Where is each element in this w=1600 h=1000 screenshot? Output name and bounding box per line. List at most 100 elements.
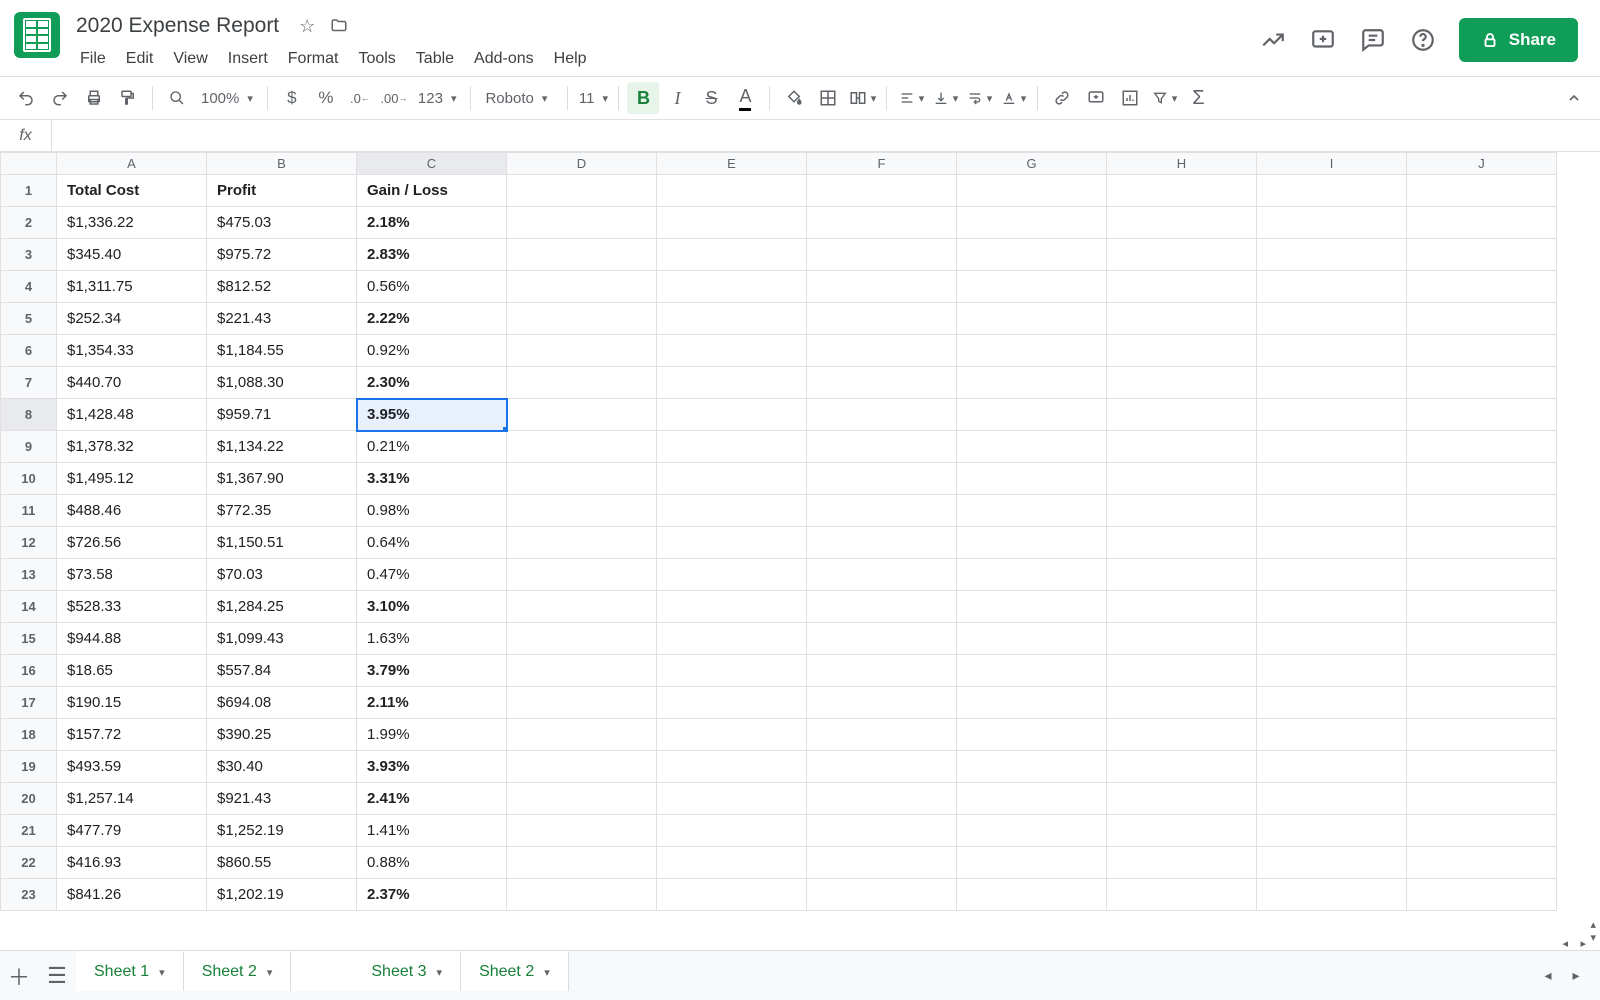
sheet-tab-menu-icon[interactable]: ▾ xyxy=(544,966,550,979)
cell-I16[interactable] xyxy=(1257,655,1407,687)
cell-I19[interactable] xyxy=(1257,751,1407,783)
cell-F10[interactable] xyxy=(807,463,957,495)
cell-A8[interactable]: $1,428.48 xyxy=(57,399,207,431)
cell-F13[interactable] xyxy=(807,559,957,591)
star-icon[interactable]: ☆ xyxy=(299,16,315,37)
row-header-17[interactable]: 17 xyxy=(1,687,57,719)
cell-C11[interactable]: 0.98% xyxy=(357,495,507,527)
column-header-C[interactable]: C xyxy=(357,153,507,175)
cell-B1[interactable]: Profit xyxy=(207,175,357,207)
cell-H1[interactable] xyxy=(1107,175,1257,207)
menu-format[interactable]: Format xyxy=(278,46,349,72)
borders-button[interactable] xyxy=(812,82,844,114)
cell-B21[interactable]: $1,252.19 xyxy=(207,815,357,847)
cell-H6[interactable] xyxy=(1107,335,1257,367)
menu-table[interactable]: Table xyxy=(406,46,464,72)
percent-button[interactable]: % xyxy=(310,82,342,114)
cell-B6[interactable]: $1,184.55 xyxy=(207,335,357,367)
cell-A23[interactable]: $841.26 xyxy=(57,879,207,911)
cell-I5[interactable] xyxy=(1257,303,1407,335)
sheet-tab-menu-icon[interactable]: ▾ xyxy=(159,966,165,979)
cell-E4[interactable] xyxy=(657,271,807,303)
sheet-tab-2[interactable]: Sheet 2▾ xyxy=(184,951,292,991)
cell-I20[interactable] xyxy=(1257,783,1407,815)
menu-edit[interactable]: Edit xyxy=(116,46,164,72)
cell-J10[interactable] xyxy=(1407,463,1557,495)
row-header-20[interactable]: 20 xyxy=(1,783,57,815)
move-folder-icon[interactable] xyxy=(329,17,349,35)
cell-G2[interactable] xyxy=(957,207,1107,239)
cell-C23[interactable]: 2.37% xyxy=(357,879,507,911)
cell-E20[interactable] xyxy=(657,783,807,815)
sheets-logo[interactable] xyxy=(14,12,60,58)
currency-button[interactable]: $ xyxy=(276,82,308,114)
cell-D12[interactable] xyxy=(507,527,657,559)
cell-E12[interactable] xyxy=(657,527,807,559)
cell-D23[interactable] xyxy=(507,879,657,911)
cell-J5[interactable] xyxy=(1407,303,1557,335)
cell-F17[interactable] xyxy=(807,687,957,719)
cell-F5[interactable] xyxy=(807,303,957,335)
cell-J11[interactable] xyxy=(1407,495,1557,527)
cell-E22[interactable] xyxy=(657,847,807,879)
cell-E17[interactable] xyxy=(657,687,807,719)
cell-D10[interactable] xyxy=(507,463,657,495)
cell-J18[interactable] xyxy=(1407,719,1557,751)
paint-format-button[interactable] xyxy=(112,82,144,114)
cell-C18[interactable]: 1.99% xyxy=(357,719,507,751)
row-header-13[interactable]: 13 xyxy=(1,559,57,591)
cell-F4[interactable] xyxy=(807,271,957,303)
cell-B9[interactable]: $1,134.22 xyxy=(207,431,357,463)
redo-button[interactable] xyxy=(44,82,76,114)
cell-A22[interactable]: $416.93 xyxy=(57,847,207,879)
cell-H20[interactable] xyxy=(1107,783,1257,815)
select-all-corner[interactable] xyxy=(1,153,57,175)
cell-I7[interactable] xyxy=(1257,367,1407,399)
cell-H14[interactable] xyxy=(1107,591,1257,623)
cell-F1[interactable] xyxy=(807,175,957,207)
fx-icon[interactable]: fx xyxy=(0,120,52,151)
cell-A17[interactable]: $190.15 xyxy=(57,687,207,719)
cell-B18[interactable]: $390.25 xyxy=(207,719,357,751)
cell-A19[interactable]: $493.59 xyxy=(57,751,207,783)
cell-C5[interactable]: 2.22% xyxy=(357,303,507,335)
column-header-E[interactable]: E xyxy=(657,153,807,175)
cell-I23[interactable] xyxy=(1257,879,1407,911)
cell-F14[interactable] xyxy=(807,591,957,623)
cell-I12[interactable] xyxy=(1257,527,1407,559)
cell-A4[interactable]: $1,311.75 xyxy=(57,271,207,303)
menu-add-ons[interactable]: Add-ons xyxy=(464,46,544,72)
cell-J1[interactable] xyxy=(1407,175,1557,207)
cell-C7[interactable]: 2.30% xyxy=(357,367,507,399)
cell-F23[interactable] xyxy=(807,879,957,911)
cell-A7[interactable]: $440.70 xyxy=(57,367,207,399)
cell-C12[interactable]: 0.64% xyxy=(357,527,507,559)
cell-D8[interactable] xyxy=(507,399,657,431)
cell-I21[interactable] xyxy=(1257,815,1407,847)
cell-J22[interactable] xyxy=(1407,847,1557,879)
cell-D20[interactable] xyxy=(507,783,657,815)
cell-C22[interactable]: 0.88% xyxy=(357,847,507,879)
tab-scroll-right[interactable]: ▸ xyxy=(1562,967,1590,984)
row-header-15[interactable]: 15 xyxy=(1,623,57,655)
zoom-select[interactable]: 100% xyxy=(195,90,259,107)
cell-J16[interactable] xyxy=(1407,655,1557,687)
cell-B19[interactable]: $30.40 xyxy=(207,751,357,783)
cell-G8[interactable] xyxy=(957,399,1107,431)
row-header-21[interactable]: 21 xyxy=(1,815,57,847)
cell-G18[interactable] xyxy=(957,719,1107,751)
cell-H4[interactable] xyxy=(1107,271,1257,303)
fill-color-button[interactable] xyxy=(778,82,810,114)
cell-I3[interactable] xyxy=(1257,239,1407,271)
row-header-4[interactable]: 4 xyxy=(1,271,57,303)
cell-G23[interactable] xyxy=(957,879,1107,911)
cell-C15[interactable]: 1.63% xyxy=(357,623,507,655)
cell-H12[interactable] xyxy=(1107,527,1257,559)
text-rotation-button[interactable] xyxy=(997,82,1029,114)
all-sheets-button[interactable]: ☰ xyxy=(38,957,76,995)
cell-I1[interactable] xyxy=(1257,175,1407,207)
cell-I18[interactable] xyxy=(1257,719,1407,751)
cell-F11[interactable] xyxy=(807,495,957,527)
cell-F12[interactable] xyxy=(807,527,957,559)
cell-H10[interactable] xyxy=(1107,463,1257,495)
